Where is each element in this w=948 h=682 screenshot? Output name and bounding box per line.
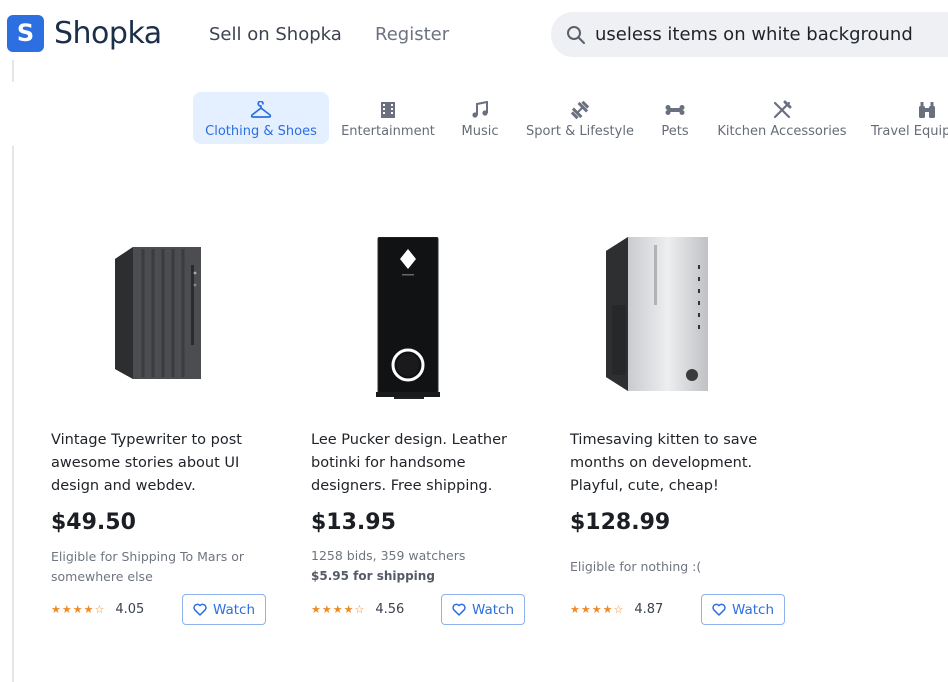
search-icon	[567, 25, 585, 44]
left-divider	[12, 146, 14, 682]
category-bar: Clothing & Shoes Entertainment Music Spo…	[0, 92, 948, 144]
logo-badge: S	[7, 15, 44, 52]
logo-text: Shopka	[54, 16, 162, 51]
binoculars-icon	[918, 99, 936, 120]
product-card[interactable]: Timesaving kitten to save months on deve…	[570, 225, 795, 625]
heart-icon	[712, 603, 726, 616]
category-label: Travel Equip	[871, 124, 948, 139]
product-image[interactable]	[570, 225, 795, 405]
register-link[interactable]: Register	[375, 24, 449, 45]
product-rating: ★★★★☆ 4.05	[51, 602, 144, 617]
shopka-logo[interactable]: S Shopka	[7, 15, 162, 52]
watch-button[interactable]: Watch	[182, 594, 266, 625]
film-icon	[380, 99, 396, 120]
product-bids-info: 1258 bids, 359 watchers	[311, 548, 466, 563]
product-image[interactable]	[311, 225, 536, 405]
category-travel-equip[interactable]: Travel Equip	[868, 92, 948, 144]
category-label: Pets	[661, 124, 689, 139]
rating-value: 4.56	[375, 602, 405, 617]
product-rating: ★★★★☆ 4.56	[311, 602, 404, 617]
bone-icon	[665, 99, 685, 120]
product-rating: ★★★★☆ 4.87	[570, 602, 663, 617]
rating-value: 4.87	[634, 602, 664, 617]
left-divider-top	[12, 60, 14, 82]
rating-stars-icon: ★★★★☆	[51, 603, 106, 616]
product-price: $128.99	[570, 510, 671, 535]
product-shipping-info: Eligible for nothing :(	[570, 559, 702, 574]
hanger-icon	[250, 99, 272, 120]
category-sport-lifestyle[interactable]: Sport & Lifestyle	[521, 92, 639, 144]
watch-label: Watch	[212, 601, 256, 618]
product-shipping-info: Eligible for Shipping To Mars or somewhe…	[51, 549, 244, 584]
watch-button[interactable]: Watch	[441, 594, 525, 625]
product-price: $49.50	[51, 510, 136, 535]
fork-knife-icon	[772, 99, 792, 120]
category-music[interactable]: Music	[455, 92, 505, 144]
category-kitchen-accessories[interactable]: Kitchen Accessories	[712, 92, 852, 144]
category-pets[interactable]: Pets	[655, 92, 695, 144]
search-input[interactable]	[595, 24, 948, 45]
category-clothing-shoes[interactable]: Clothing & Shoes	[193, 92, 329, 144]
rating-stars-icon: ★★★★☆	[311, 603, 366, 616]
product-card[interactable]: Lee Pucker design. Leather botinki for h…	[311, 225, 536, 625]
product-price: $13.95	[311, 510, 396, 535]
rating-stars-icon: ★★★★☆	[570, 603, 625, 616]
rating-value: 4.05	[115, 602, 145, 617]
product-title[interactable]: Vintage Typewriter to post awesome stori…	[51, 429, 276, 498]
product-shipping-cost: $5.95 for shipping	[311, 569, 435, 583]
product-card[interactable]: Vintage Typewriter to post awesome stori…	[51, 225, 276, 625]
product-title[interactable]: Lee Pucker design. Leather botinki for h…	[311, 429, 536, 498]
category-label: Kitchen Accessories	[717, 124, 847, 139]
heart-icon	[193, 603, 207, 616]
category-label: Music	[461, 124, 499, 139]
watch-label: Watch	[731, 601, 775, 618]
category-label: Sport & Lifestyle	[526, 124, 634, 139]
category-label: Entertainment	[341, 124, 435, 139]
category-label: Clothing & Shoes	[205, 124, 317, 139]
product-title[interactable]: Timesaving kitten to save months on deve…	[570, 429, 795, 498]
watch-button[interactable]: Watch	[701, 594, 785, 625]
music-note-icon	[470, 99, 490, 120]
product-image[interactable]	[51, 225, 276, 405]
category-entertainment[interactable]: Entertainment	[337, 92, 439, 144]
heart-icon	[452, 603, 466, 616]
dumbbell-icon	[570, 99, 590, 120]
search-bar[interactable]	[551, 12, 948, 57]
watch-label: Watch	[471, 601, 515, 618]
sell-on-shopka-link[interactable]: Sell on Shopka	[209, 24, 342, 45]
